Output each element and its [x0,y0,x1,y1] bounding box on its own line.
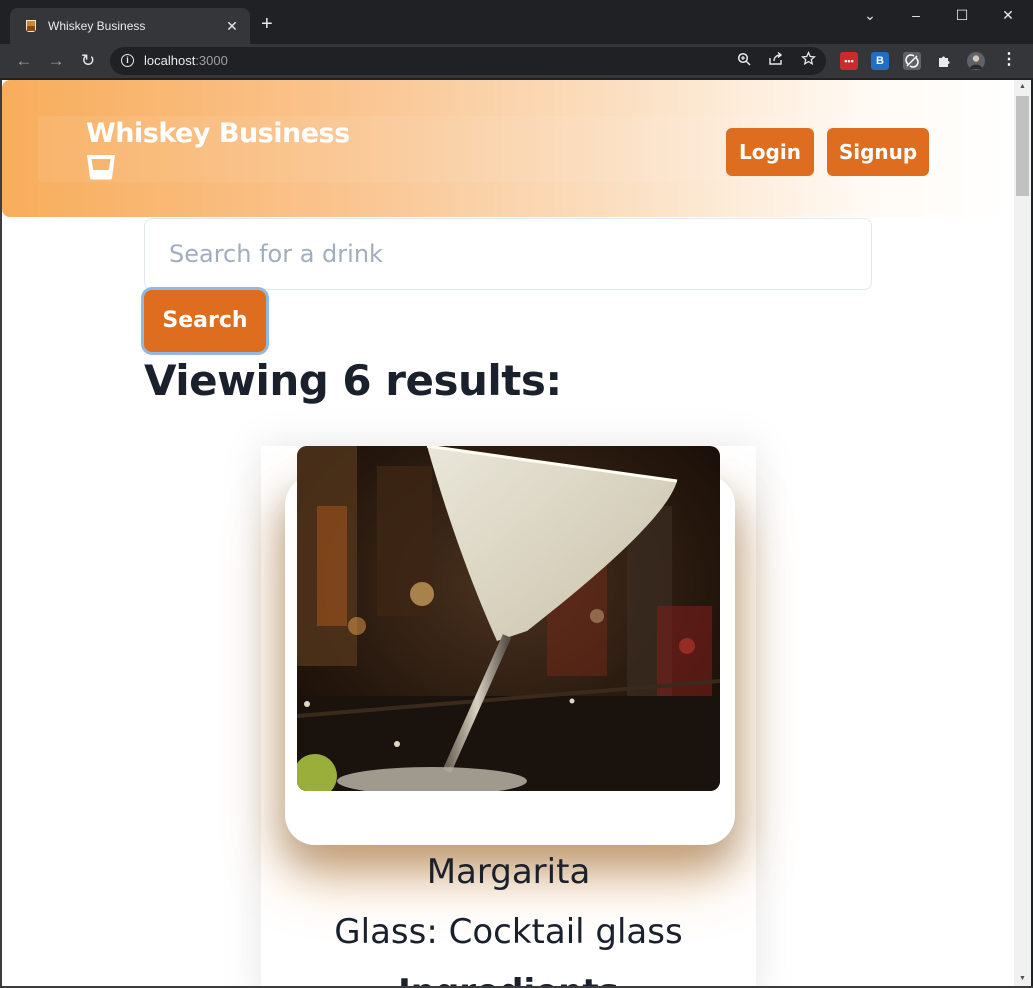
scroll-down-arrow-icon[interactable]: ▼ [1014,972,1031,986]
browser-menu-icon[interactable]: ⋮ [1000,52,1018,70]
whiskey-glass-favicon-icon [24,18,38,34]
drink-ingredients-heading: Ingredients [261,972,756,986]
profile-avatar-icon[interactable] [967,52,985,70]
minimize-button[interactable]: – [904,4,928,26]
page-viewport: Whiskey Business Login Signup Search Vie… [2,80,1014,986]
tab-title: Whiskey Business [48,19,146,33]
new-tab-button[interactable]: + [261,14,273,34]
browser-toolbar: ← → ↻ i localhost:3000 ••• B ⋮ [0,44,1033,78]
drink-glass: Glass: Cocktail glass [334,912,683,952]
tab-strip: Whiskey Business ✕ + ⌄ – ☐ ✕ [0,0,1033,44]
results-heading: Viewing 6 results: [144,356,562,405]
search-input[interactable] [169,240,847,268]
page-scrollbar[interactable]: ▲ ▼ [1014,80,1031,986]
drink-name: Margarita [426,852,591,892]
puzzle-icon[interactable] [935,52,953,70]
address-bar[interactable]: i localhost:3000 [110,47,826,75]
b-extension-icon[interactable]: B [871,52,889,70]
signup-button[interactable]: Signup [827,128,929,176]
drink-image [297,446,720,791]
brand-title[interactable]: Whiskey Business [86,118,350,149]
tab-close-icon[interactable]: ✕ [224,18,240,35]
share-icon[interactable] [766,51,786,71]
scroll-thumb[interactable] [1016,96,1029,196]
whiskey-glass-icon [87,155,115,180]
close-window-button[interactable]: ✕ [996,4,1020,26]
star-icon[interactable] [798,51,818,71]
lastpass-extension-icon[interactable]: ••• [840,52,858,70]
site-info-icon[interactable]: i [121,54,134,67]
forward-button[interactable]: → [45,50,67,72]
back-button[interactable]: ← [13,50,35,72]
tab-search-dropdown-icon[interactable]: ⌄ [858,4,882,26]
sync-extension-icon[interactable] [903,52,921,70]
url-text[interactable]: localhost:3000 [144,53,228,68]
reload-button[interactable]: ↻ [77,50,99,72]
search-field[interactable] [144,218,872,290]
scroll-up-arrow-icon[interactable]: ▲ [1014,80,1031,94]
maximize-button[interactable]: ☐ [950,4,974,26]
zoom-icon[interactable] [734,51,754,71]
browser-tab[interactable]: Whiskey Business ✕ [10,8,250,44]
search-button[interactable]: Search [144,290,266,352]
login-button[interactable]: Login [726,128,814,176]
window-border [0,80,2,988]
